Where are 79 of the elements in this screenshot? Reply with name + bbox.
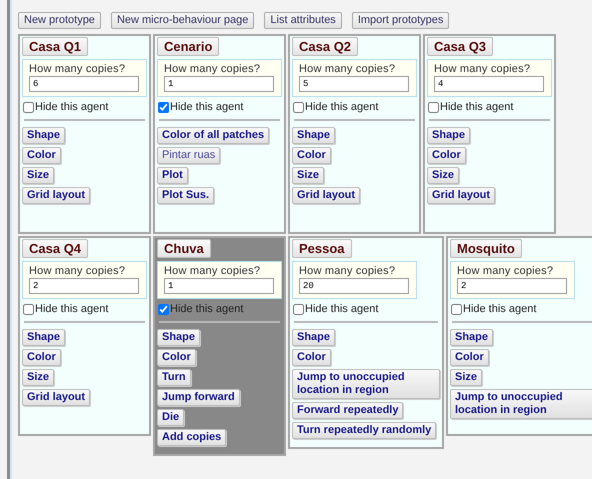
action-button[interactable]: Shape [22,329,66,346]
action-button[interactable]: Turn [157,369,191,386]
action-button[interactable]: Jump to unoccupied location in region [450,389,592,419]
action-button[interactable]: Color [292,349,331,366]
action-button[interactable]: Plot [157,167,188,184]
copies-label: How many copies? [434,63,532,75]
action-button[interactable]: Color [427,147,466,164]
action-button[interactable]: Shape [427,127,470,144]
action-button[interactable]: Size [450,369,482,386]
action-button[interactable]: Die [157,409,184,426]
hide-label: Hide this agent [305,303,378,315]
action-button[interactable]: Color [450,349,489,366]
action-button[interactable]: Size [427,167,460,184]
action-button[interactable]: Jump forward [157,389,240,406]
hide-label: Hide this agent [463,303,536,315]
hide-checkbox[interactable] [23,102,34,112]
action-button[interactable]: Color of all patches [157,127,270,144]
action-button[interactable]: Shape [292,329,336,346]
hide-checkbox[interactable] [158,102,169,112]
action-button[interactable]: Shape [450,329,494,346]
copies-field[interactable]: 6 [29,76,139,92]
copies-label: How many copies? [164,63,262,75]
action-button[interactable]: Shape [292,127,336,144]
action-button[interactable]: Color [157,349,196,366]
copies-label: How many copies? [29,63,126,75]
hide-label: Hide this agent [170,101,244,113]
toolbar-button[interactable]: New micro-behaviour page [110,12,254,29]
agent-name-button[interactable]: Casa Q4 [22,239,88,258]
action-button[interactable]: Jump to unoccupied location in region [292,369,440,399]
agent-name-button[interactable]: Pessoa [292,239,352,258]
action-button[interactable]: Shape [157,329,200,346]
toolbar-button[interactable]: Import prototypes [352,12,450,29]
action-button[interactable]: Shape [22,127,66,144]
agent-name-button[interactable]: Casa Q2 [292,37,358,56]
action-button[interactable]: Turn repeatedly randomly [292,422,436,439]
copies-field[interactable]: 2 [29,278,139,294]
action-button[interactable]: Grid layout [22,389,90,406]
copies-label: How many copies? [299,63,396,75]
copies-label: How many copies? [457,265,554,277]
action-button[interactable]: Size [22,167,54,184]
hide-label: Hide this agent [170,303,244,315]
action-button[interactable]: Grid layout [427,187,496,204]
hide-label: Hide this agent [35,101,108,113]
copies-field[interactable]: 4 [434,76,544,92]
action-button[interactable]: Color [22,349,61,366]
action-button[interactable]: Grid layout [22,187,90,204]
hide-checkbox[interactable] [451,304,462,314]
hide-checkbox[interactable] [23,304,34,314]
hide-label: Hide this agent [440,101,514,113]
copies-label: How many copies? [164,265,262,277]
copies-field[interactable]: 2 [457,278,567,294]
copies-field[interactable]: 5 [299,76,409,92]
hide-label: Hide this agent [305,101,378,113]
action-button[interactable]: Size [292,167,324,184]
copies-label: How many copies? [29,265,126,277]
action-button[interactable]: Forward repeatedly [292,402,404,419]
hide-label: Hide this agent [35,303,108,315]
action-button[interactable]: Size [22,369,54,386]
agent-name-button[interactable]: Chuva [157,239,211,258]
toolbar-button[interactable]: New prototype [18,12,101,29]
hide-checkbox[interactable] [293,102,304,112]
action-button[interactable]: Pintar ruas [157,147,220,164]
action-button[interactable]: Color [22,147,61,164]
hide-checkbox[interactable] [428,102,439,112]
copies-field[interactable]: 1 [164,76,274,92]
action-button[interactable]: Plot Sus. [157,187,214,204]
copies-field[interactable]: 20 [299,278,409,294]
toolbar-button[interactable]: List attributes [264,12,342,29]
agent-name-button[interactable]: Casa Q3 [427,37,494,56]
action-button[interactable]: Grid layout [292,187,360,204]
agent-name-button[interactable]: Cenario [157,37,220,56]
action-button[interactable]: Color [292,147,331,164]
action-button[interactable]: Add copies [157,429,226,446]
hide-checkbox[interactable] [158,304,169,314]
hide-checkbox[interactable] [293,304,304,314]
agent-name-button[interactable]: Casa Q1 [22,37,88,56]
copies-field[interactable]: 1 [164,278,274,294]
copies-label: How many copies? [299,265,396,277]
agent-name-button[interactable]: Mosquito [450,239,522,258]
